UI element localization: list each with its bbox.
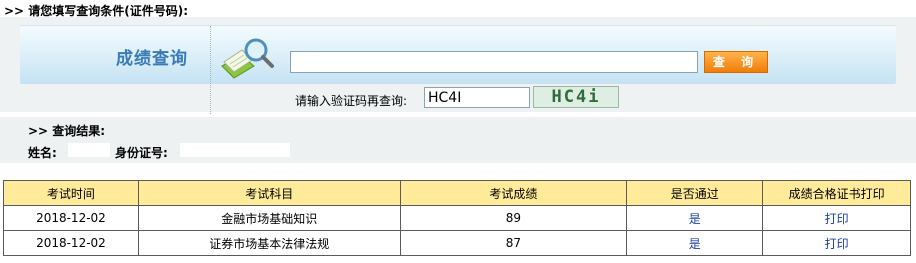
column-header-subject: 考试科目 xyxy=(137,180,401,206)
column-header-date: 考试时间 xyxy=(3,180,139,206)
column-header-score: 考试成绩 xyxy=(399,180,628,206)
table-header-row: 考试时间 考试科目 考试成绩 是否通过 成绩合格证书打印 xyxy=(3,180,911,206)
results-table: 考试时间 考试科目 考试成绩 是否通过 成绩合格证书打印 2018-12-02 … xyxy=(3,180,911,256)
column-header-pass: 是否通过 xyxy=(626,180,764,206)
exam-subject: 金融市场基础知识 xyxy=(137,205,401,231)
name-label: 姓名: xyxy=(28,146,57,160)
book-magnifier-icon xyxy=(221,38,274,79)
exam-subject: 证券市场基本法律法规 xyxy=(137,230,401,256)
id-number-value xyxy=(180,143,290,157)
pass-status: 是 xyxy=(626,230,764,256)
print-certificate-link[interactable]: 打印 xyxy=(762,205,911,231)
captcha-input[interactable] xyxy=(424,87,530,108)
name-value xyxy=(68,143,110,157)
table-row: 2018-12-02 证券市场基本法律法规 87 是 打印 xyxy=(3,230,911,256)
query-title: 成绩查询 xyxy=(116,49,188,69)
exam-score: 89 xyxy=(399,205,628,231)
query-panel: 成绩查询 查 询 请输入验证码再查询: HC4i xyxy=(0,17,916,114)
id-number-label: 身份证号: xyxy=(115,146,168,160)
exam-score: 87 xyxy=(399,230,628,256)
divider xyxy=(210,26,211,114)
pass-status: 是 xyxy=(626,205,764,231)
captcha-image[interactable]: HC4i xyxy=(533,86,619,108)
search-button[interactable]: 查 询 xyxy=(704,51,768,73)
query-box: 成绩查询 查 询 xyxy=(20,25,896,114)
result-heading: >> 查询结果: xyxy=(28,124,106,138)
table-row: 2018-12-02 金融市场基础知识 89 是 打印 xyxy=(3,205,911,231)
print-certificate-link[interactable]: 打印 xyxy=(762,230,911,256)
column-header-print: 成绩合格证书打印 xyxy=(762,180,911,206)
id-number-input[interactable] xyxy=(290,51,698,73)
result-panel: >> 查询结果: 姓名: 身份证号: xyxy=(0,117,916,163)
exam-date: 2018-12-02 xyxy=(3,205,139,231)
captcha-label: 请输入验证码再查询: xyxy=(295,94,408,108)
exam-date: 2018-12-02 xyxy=(3,230,139,256)
